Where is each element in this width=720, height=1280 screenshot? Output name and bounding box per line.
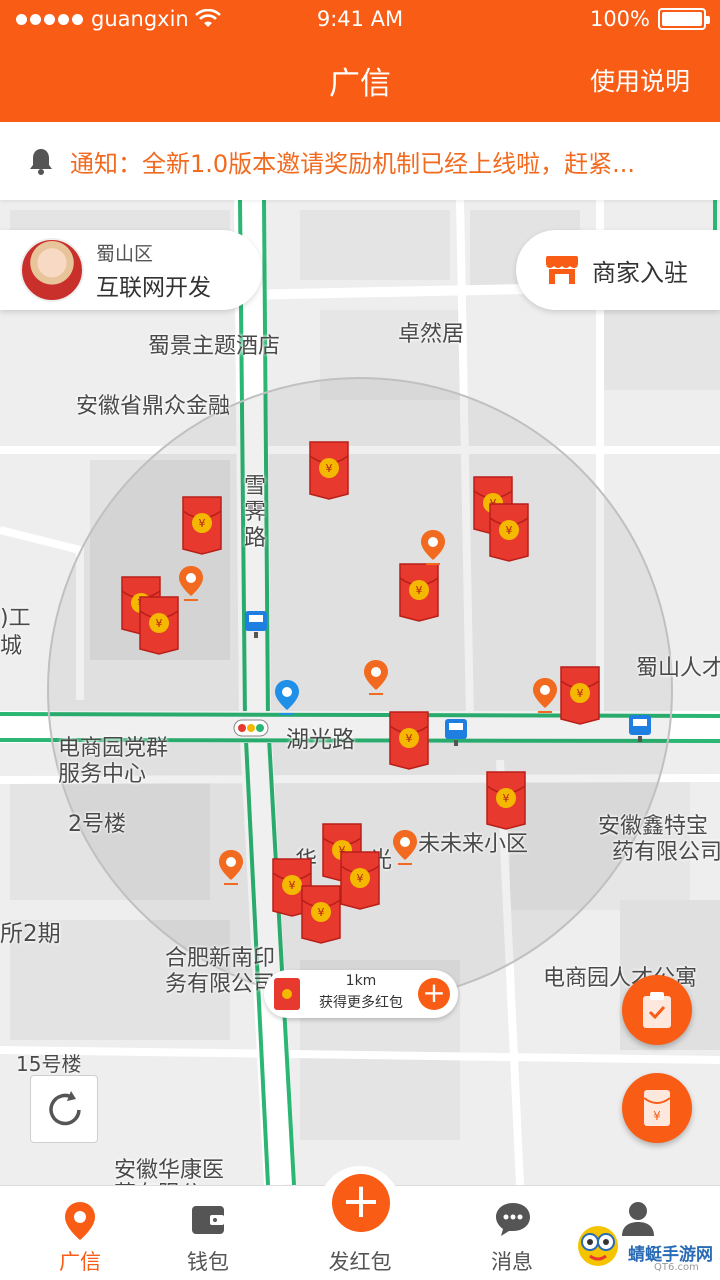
svg-text:¥: ¥ — [506, 524, 513, 537]
wallet-icon — [192, 1206, 224, 1234]
red-packet-marker[interactable]: ¥ — [181, 495, 223, 555]
shop-icon — [546, 256, 578, 284]
location-text: 蜀山区 互联网开发 — [96, 239, 211, 302]
svg-text:¥: ¥ — [289, 879, 296, 892]
refresh-icon — [49, 1091, 81, 1126]
battery-icon — [658, 8, 710, 30]
poi-xintebao-2: 药有限公司 — [612, 840, 720, 865]
location-card[interactable]: 蜀山区 互联网开发 — [0, 230, 262, 310]
svg-text:¥: ¥ — [199, 517, 206, 530]
dragonfly-logo-icon — [578, 1226, 618, 1266]
tab-label-messages: 消息 — [491, 1250, 533, 1274]
tab-label-wallet: 钱包 — [187, 1250, 229, 1274]
location-pin-icon — [65, 1202, 95, 1240]
watermark: 蜻蜓手游网 QT6.com — [570, 1210, 720, 1280]
status-bar: guangxin 9:41 AM 100% — [0, 0, 720, 38]
red-packet-marker[interactable]: ¥ — [308, 440, 350, 500]
map-base — [0, 200, 720, 1185]
battery-percent: 100% — [589, 7, 650, 31]
tab-label-guangxin: 广信 — [59, 1250, 101, 1274]
red-packet-marker[interactable]: ¥ — [138, 595, 180, 655]
merchant-pin-icon[interactable] — [361, 658, 391, 698]
refresh-button[interactable] — [30, 1075, 98, 1143]
red-packet-marker[interactable]: ¥ — [488, 502, 530, 562]
merchant-label: 商家入驻 — [592, 258, 688, 287]
clipboard-icon — [643, 992, 671, 1028]
watermark-sub: QT6.com — [654, 1262, 699, 1273]
poi-zhuoranju: 卓然居 — [398, 322, 465, 347]
poi-hotel: 蜀景主题酒店 — [148, 334, 281, 359]
poi-road-lu: 路 — [244, 526, 267, 551]
tab-messages[interactable]: 消息 — [440, 1186, 584, 1280]
bus-stop-icon — [444, 718, 468, 748]
svg-text:¥: ¥ — [318, 906, 325, 919]
merchant-pin-icon[interactable] — [176, 564, 206, 604]
poi-finance: 安徽省鼎众金融 — [76, 394, 231, 419]
avatar[interactable] — [20, 238, 84, 302]
poi-weiweilai: 未未来小区 — [418, 832, 529, 857]
merchant-pin-icon[interactable] — [530, 676, 560, 716]
chat-bubble-icon — [496, 1203, 530, 1236]
redpacket-float-button[interactable]: ¥ — [622, 1073, 692, 1143]
notice-text: 通知：全新1.0版本邀请奖励机制已经上线啦，赶紧... — [70, 149, 636, 178]
tab-guangxin[interactable]: 广信 — [8, 1186, 152, 1280]
poi-xinnan-2: 务有限公司 — [165, 972, 276, 997]
tab-send[interactable]: 发红包 — [288, 1186, 432, 1280]
help-link[interactable]: 使用说明 — [590, 62, 690, 98]
poi-edge-cheng: 城 — [0, 634, 23, 659]
radius-card[interactable]: 1km 获得更多红包 + — [264, 970, 458, 1018]
tab-label-send: 发红包 — [328, 1250, 392, 1274]
poi-road-huguang: 湖光路 — [286, 727, 355, 753]
poi-building-15: 15号楼 — [16, 1052, 82, 1076]
bell-icon — [30, 149, 52, 175]
location-name: 互联网开发 — [96, 274, 211, 301]
svg-text:¥: ¥ — [416, 584, 423, 597]
expand-radius-button[interactable]: + — [418, 978, 450, 1010]
svg-text:¥: ¥ — [357, 872, 364, 885]
red-packet-marker[interactable]: ¥ — [388, 710, 430, 770]
map-view[interactable]: 蜀景主题酒店 卓然居 安徽省鼎众金融 雪 霁 路 )工 城 蜀山人才 湖光路 电… — [0, 200, 720, 1185]
poi-phase-2: 所2期 — [0, 921, 61, 947]
task-float-button[interactable] — [622, 975, 692, 1045]
red-packet-marker[interactable]: ¥ — [559, 665, 601, 725]
svg-text:¥: ¥ — [156, 617, 163, 630]
bus-stop-icon — [244, 610, 268, 640]
poi-party-center-2: 服务中心 — [58, 762, 147, 787]
svg-text:¥: ¥ — [503, 792, 510, 805]
poi-huakang-2: 药有限公 — [114, 1176, 202, 1185]
svg-text:¥: ¥ — [577, 687, 584, 700]
red-packet-marker[interactable]: ¥ — [339, 850, 381, 910]
red-packet-marker[interactable]: ¥ — [300, 884, 342, 944]
poi-building-2: 2号楼 — [68, 812, 126, 837]
svg-text:¥: ¥ — [326, 462, 333, 475]
status-right: 100% — [589, 7, 710, 31]
red-envelope-icon: ¥ — [643, 1090, 671, 1126]
bus-stop-icon — [628, 714, 652, 744]
red-packet-marker[interactable]: ¥ — [398, 562, 440, 622]
merchant-join-button[interactable]: 商家入驻 — [516, 230, 720, 310]
merchant-pin-icon[interactable] — [418, 528, 448, 568]
svg-text:¥: ¥ — [653, 1109, 661, 1123]
location-district: 蜀山区 — [96, 242, 154, 265]
svg-text:¥: ¥ — [406, 732, 413, 745]
poi-shushan-talent: 蜀山人才 — [636, 656, 720, 681]
merchant-pin-icon[interactable] — [216, 848, 246, 888]
red-packet-marker[interactable]: ¥ — [485, 770, 527, 830]
current-location-pin-icon[interactable] — [272, 678, 302, 718]
notice-bar[interactable]: 通知：全新1.0版本邀请奖励机制已经上线啦，赶紧... — [0, 122, 720, 200]
merchant-pin-icon[interactable] — [390, 828, 420, 868]
app-header: guangxin 9:41 AM 100% 广信 使用说明 — [0, 0, 720, 122]
tab-wallet[interactable]: 钱包 — [136, 1186, 280, 1280]
